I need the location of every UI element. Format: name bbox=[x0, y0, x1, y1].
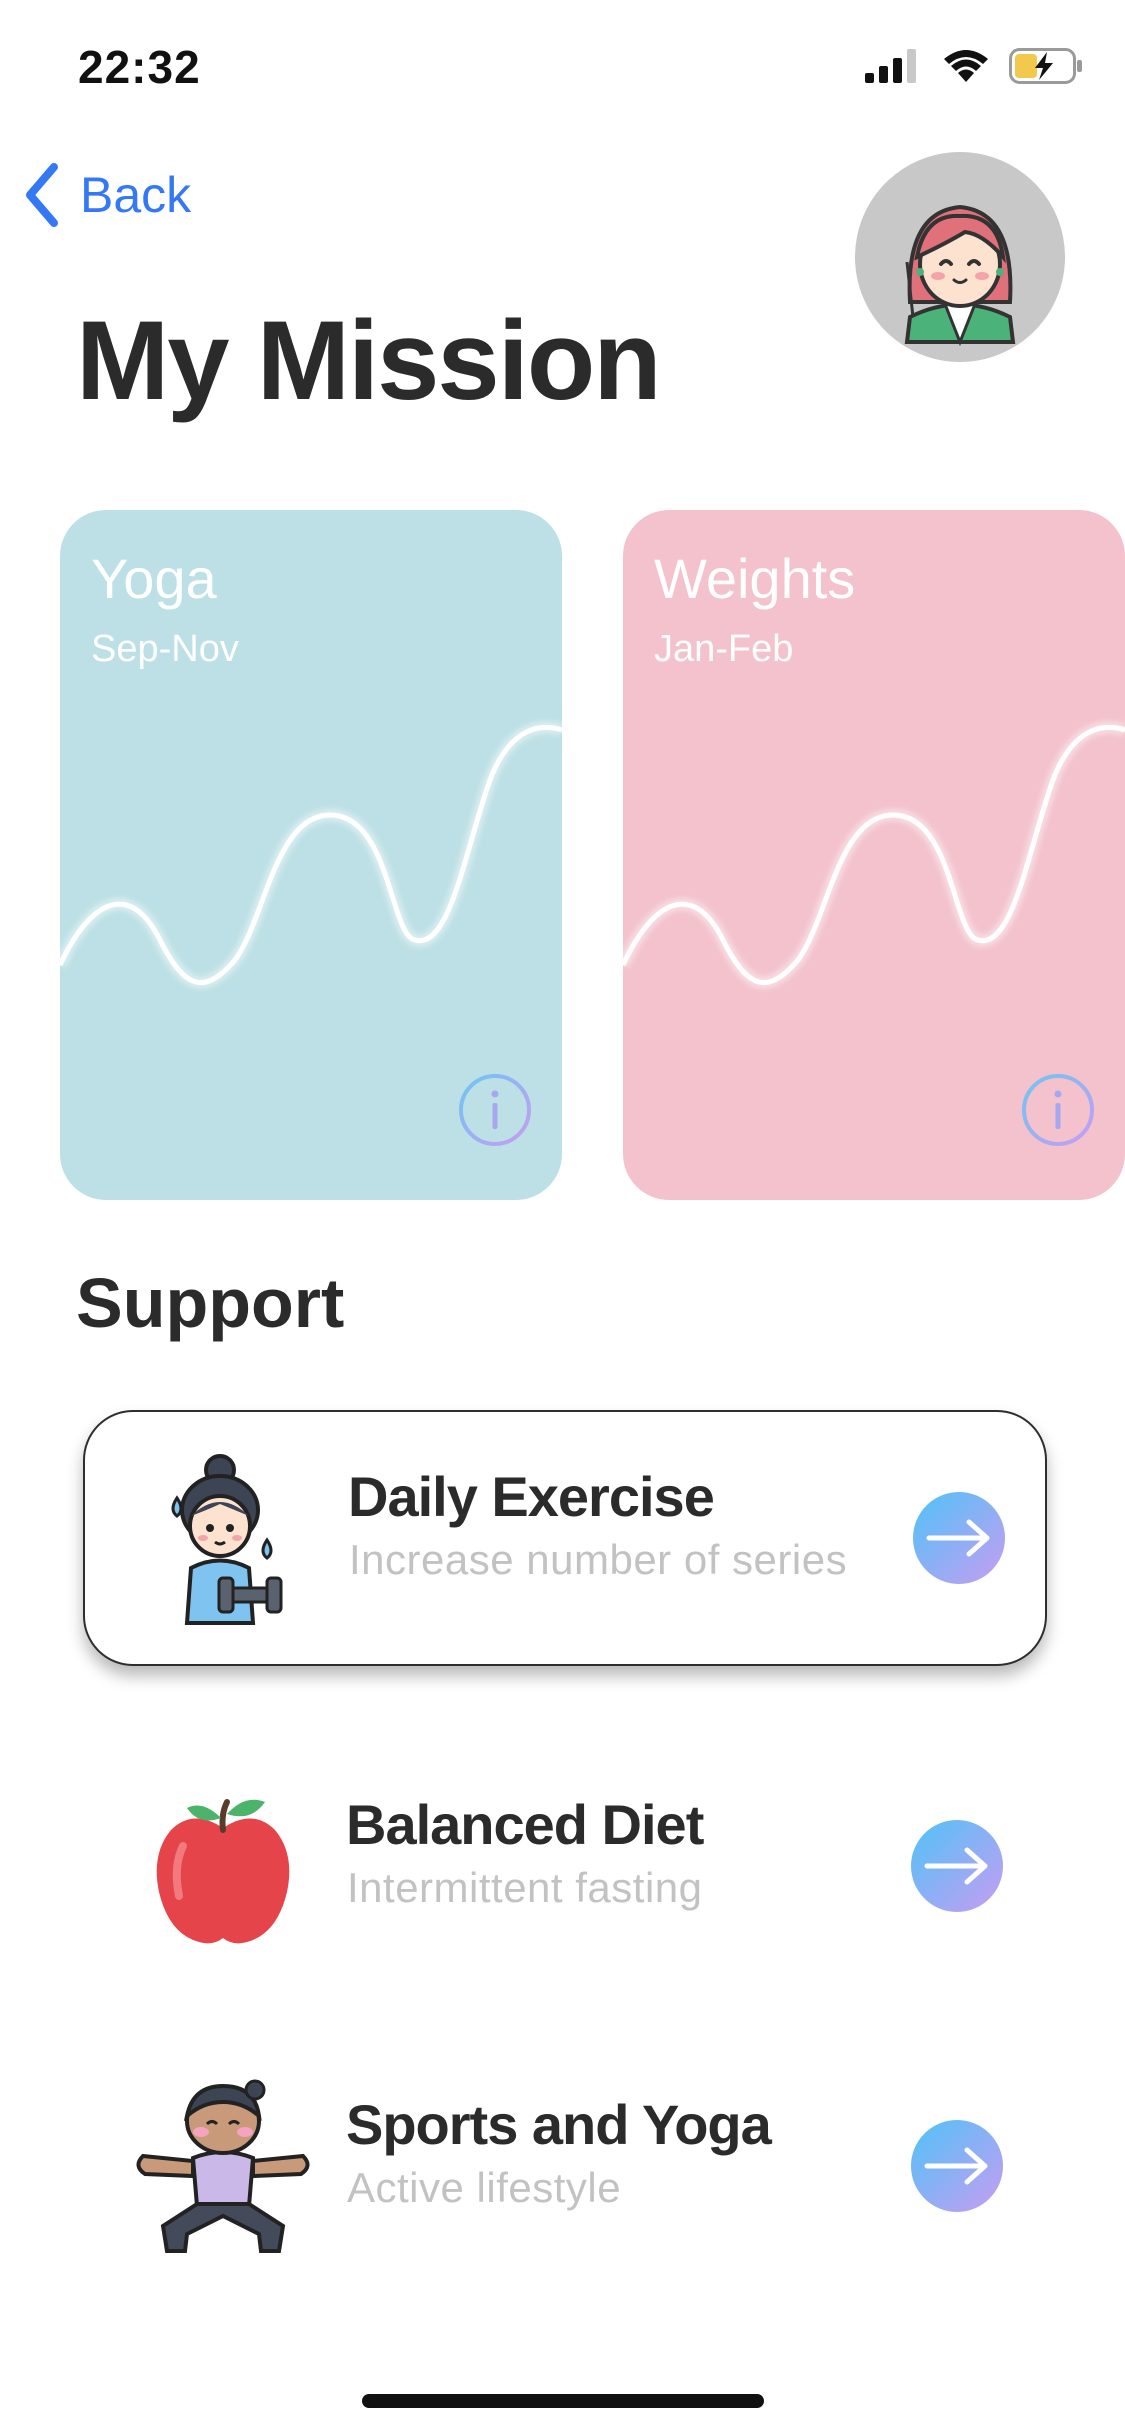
apple-icon bbox=[156, 1799, 290, 1944]
support-item-title: Sports and Yoga bbox=[346, 2093, 772, 2156]
battery-charging-icon bbox=[1009, 48, 1082, 84]
back-label: Back bbox=[80, 167, 192, 223]
exercise-girl-icon bbox=[171, 1454, 283, 1625]
avatar-girl-icon bbox=[904, 204, 1016, 347]
info-icon[interactable] bbox=[1020, 1072, 1096, 1148]
yoga-pose-icon bbox=[136, 2079, 310, 2253]
support-item-title: Balanced Diet bbox=[346, 1793, 704, 1856]
avatar[interactable] bbox=[855, 152, 1065, 362]
mission-card-weights[interactable]: Weights Jan-Feb bbox=[623, 510, 1125, 1200]
mission-period: Sep-Nov bbox=[91, 628, 239, 670]
signal-icon bbox=[865, 49, 916, 83]
arrow-right-button[interactable] bbox=[911, 2120, 1003, 2212]
info-icon[interactable] bbox=[457, 1072, 533, 1148]
arrow-right-button[interactable] bbox=[913, 1492, 1005, 1584]
support-item-subtitle: Active lifestyle bbox=[347, 2164, 622, 2211]
arrow-right-icon bbox=[926, 1519, 990, 1557]
mission-card-yoga[interactable]: Yoga Sep-Nov bbox=[60, 510, 562, 1200]
support-item-subtitle: Intermittent fasting bbox=[347, 1864, 703, 1911]
back-button[interactable]: Back bbox=[22, 163, 191, 227]
chevron-left-icon bbox=[26, 163, 58, 227]
status-time: 22:32 bbox=[78, 41, 201, 93]
mission-name: Yoga bbox=[91, 547, 217, 610]
wifi-icon bbox=[944, 50, 988, 82]
home-indicator[interactable] bbox=[362, 2394, 764, 2408]
arrow-right-icon bbox=[924, 1847, 988, 1885]
page-title: My Mission bbox=[76, 298, 662, 423]
mission-period: Jan-Feb bbox=[654, 628, 794, 670]
support-item-daily-exercise[interactable]: Daily Exercise Increase number of series bbox=[83, 1410, 1047, 1666]
support-item-balanced-diet[interactable]: Balanced Diet Intermittent fasting bbox=[83, 1740, 1043, 1992]
mission-name: Weights bbox=[654, 547, 856, 610]
support-item-title: Daily Exercise bbox=[348, 1465, 715, 1528]
support-item-subtitle: Increase number of series bbox=[349, 1536, 848, 1583]
arrow-right-icon bbox=[924, 2147, 988, 2185]
section-title-support: Support bbox=[76, 1264, 345, 1342]
arrow-right-button[interactable] bbox=[911, 1820, 1003, 1912]
status-icons bbox=[865, 48, 1085, 84]
support-item-sports-and-yoga[interactable]: Sports and Yoga Active lifestyle bbox=[83, 2040, 1043, 2292]
